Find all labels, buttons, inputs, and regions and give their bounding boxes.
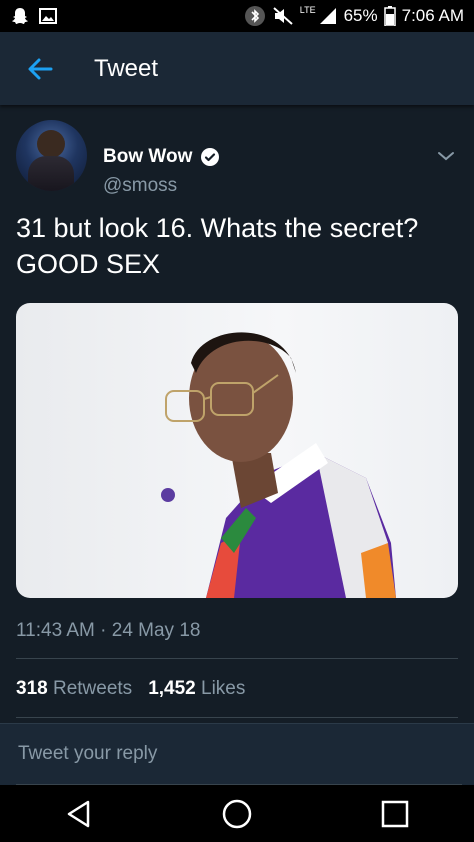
tweet-text: 31 but look 16. Whats the secret? GOOD S… <box>16 210 456 282</box>
engagement-stats: 318 Retweets 1,452 Likes <box>16 678 245 700</box>
likes-label: Likes <box>201 678 246 699</box>
bluetooth-icon <box>244 5 266 27</box>
gallery-icon <box>38 6 58 26</box>
reply-bar <box>0 723 474 786</box>
tweet-timestamp: 11:43 AM · 24 May 18 <box>16 620 201 641</box>
status-bar: LTE 65% 7:06 AM <box>0 0 474 32</box>
snapchat-icon <box>10 6 30 26</box>
author-row: Bow Wow @smoss <box>16 120 458 196</box>
back-arrow-icon <box>28 58 53 79</box>
square-recents-icon <box>381 800 409 827</box>
header-bar: Tweet <box>0 32 474 105</box>
mute-icon <box>272 5 294 27</box>
network-type: LTE <box>299 5 316 15</box>
divider <box>16 717 458 718</box>
retweets-stat[interactable]: 318 Retweets <box>16 678 132 700</box>
author-name-wrap[interactable]: Bow Wow <box>103 146 220 168</box>
author-name[interactable]: Bow Wow <box>103 146 192 168</box>
avatar[interactable] <box>16 120 87 191</box>
clock: 7:06 AM <box>401 6 464 25</box>
nav-recents-button[interactable] <box>365 789 425 839</box>
tweet-photo[interactable] <box>16 303 458 598</box>
signal-icon <box>318 6 338 26</box>
tweet-text-line-1: 31 but look 16. Whats the secret? <box>16 213 419 243</box>
nav-home-button[interactable] <box>207 789 267 839</box>
page-title: Tweet <box>94 54 159 82</box>
likes-count: 1,452 <box>148 678 196 699</box>
battery-percent: 65% <box>343 6 378 25</box>
retweets-count: 318 <box>16 678 48 699</box>
nav-back-button[interactable] <box>49 789 109 839</box>
photo-illustration <box>165 332 396 598</box>
divider <box>16 658 458 659</box>
triangle-back-icon <box>67 800 90 827</box>
navigation-bar <box>0 785 474 842</box>
likes-stat[interactable]: 1,452 Likes <box>148 678 245 700</box>
back-button[interactable] <box>20 49 60 89</box>
tweet-text-line-2: GOOD SEX <box>16 249 161 279</box>
photo-logo <box>161 487 191 503</box>
author-handle[interactable]: @smoss <box>103 175 177 197</box>
retweets-label: Retweets <box>52 678 133 699</box>
chevron-down-icon[interactable] <box>434 144 458 168</box>
verified-badge-icon <box>201 148 220 166</box>
reply-input[interactable] <box>16 724 462 785</box>
circle-home-icon <box>222 799 252 828</box>
battery-icon <box>383 6 396 26</box>
